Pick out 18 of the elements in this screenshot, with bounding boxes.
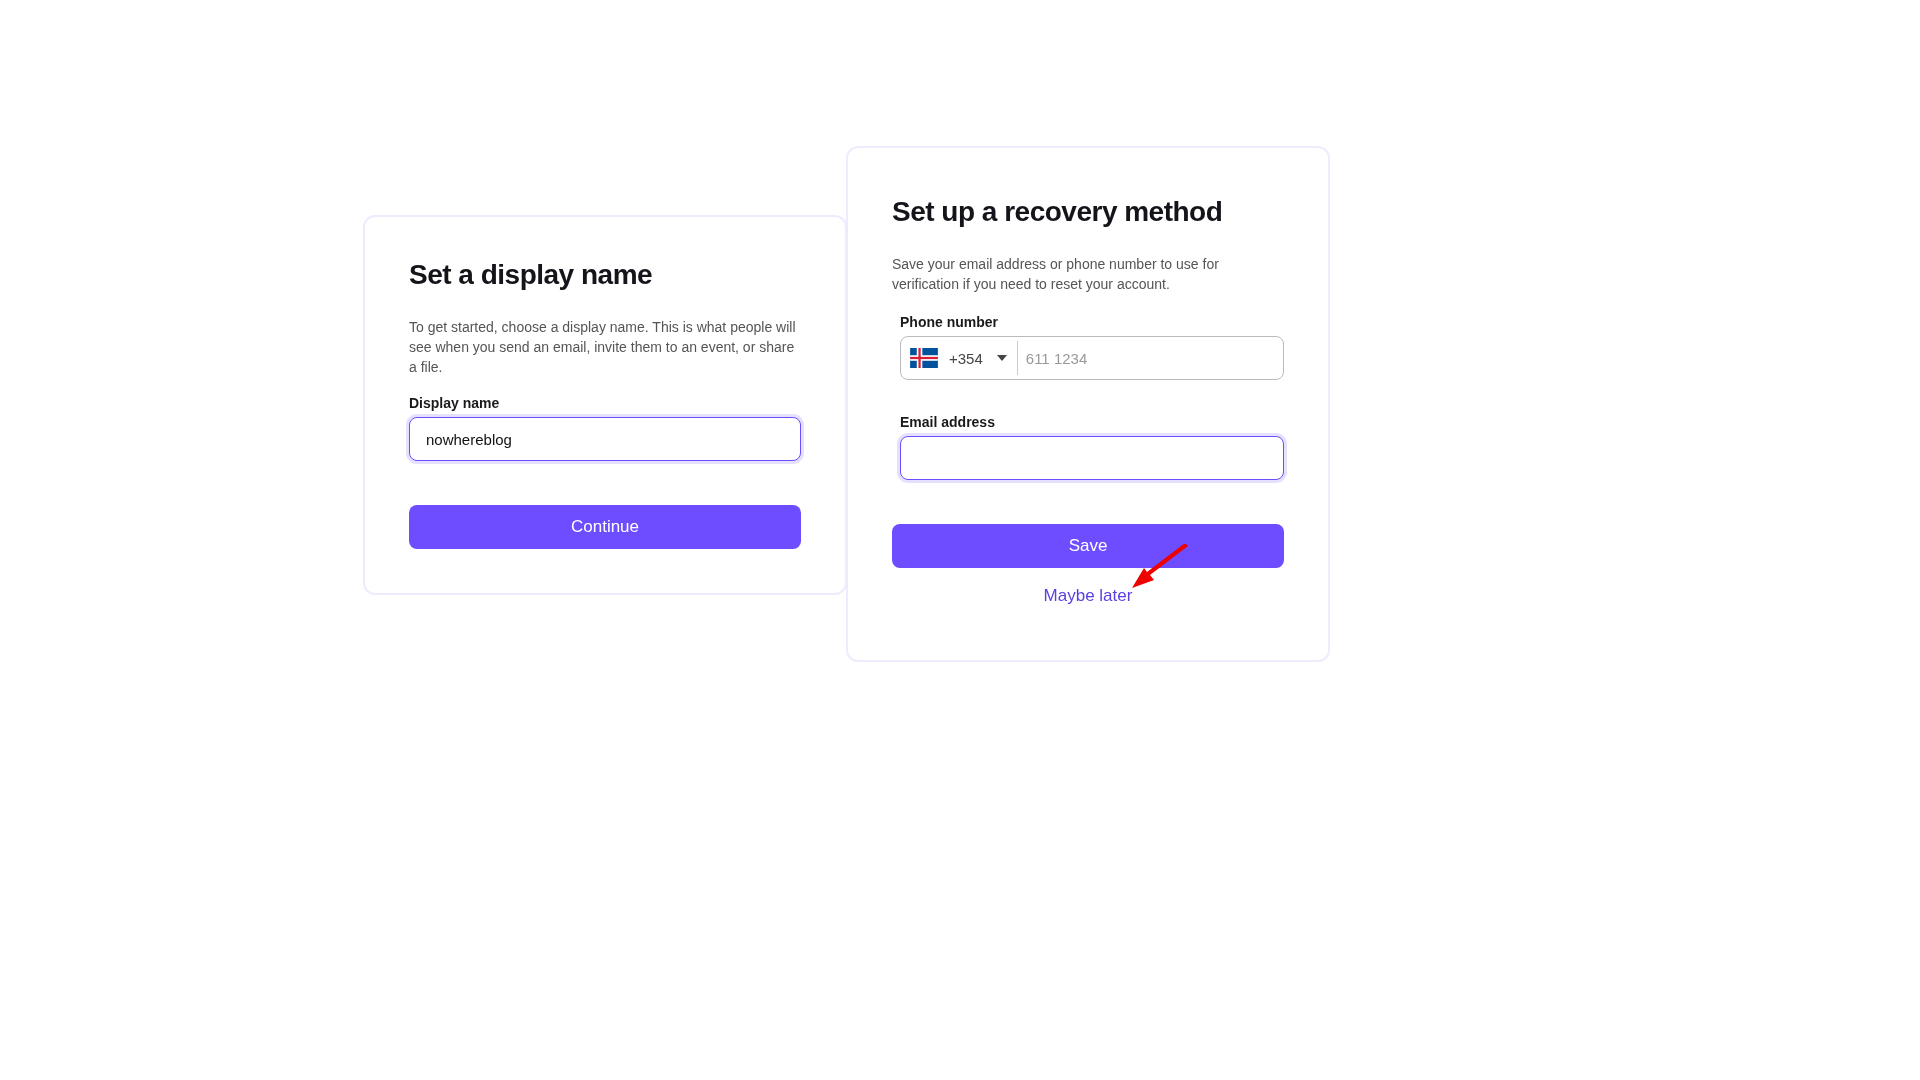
flag-icon bbox=[909, 348, 939, 368]
field-label: Email address bbox=[900, 414, 996, 430]
card-title: Set a display name bbox=[409, 258, 654, 292]
phone-field[interactable]: +354 611 1234 bbox=[900, 336, 1284, 380]
card-description: To get started, choose a display name. This is what people will see when you send an email, invite them to an event, or share a file. bbox=[409, 318, 797, 377]
country-code-dropdown[interactable]: +354 bbox=[901, 341, 1018, 375]
display-name-field[interactable]: nowhereblog bbox=[409, 417, 801, 461]
country-code: +354 bbox=[949, 349, 983, 367]
field-label: Phone number bbox=[900, 314, 999, 330]
card-description: Save your email address or phone number to use for verification if you need to reset your account. bbox=[892, 255, 1220, 294]
arrow-icon bbox=[1130, 544, 1190, 590]
field-label: Display name bbox=[409, 395, 501, 411]
continue-button[interactable]: Continue bbox=[409, 505, 801, 549]
save-button[interactable]: Save bbox=[892, 524, 1284, 568]
card-title: Set up a recovery method bbox=[892, 195, 1224, 229]
email-field[interactable] bbox=[900, 436, 1284, 480]
maybe-later-link[interactable]: Maybe later bbox=[1043, 586, 1133, 605]
caret-icon bbox=[996, 355, 1007, 361]
